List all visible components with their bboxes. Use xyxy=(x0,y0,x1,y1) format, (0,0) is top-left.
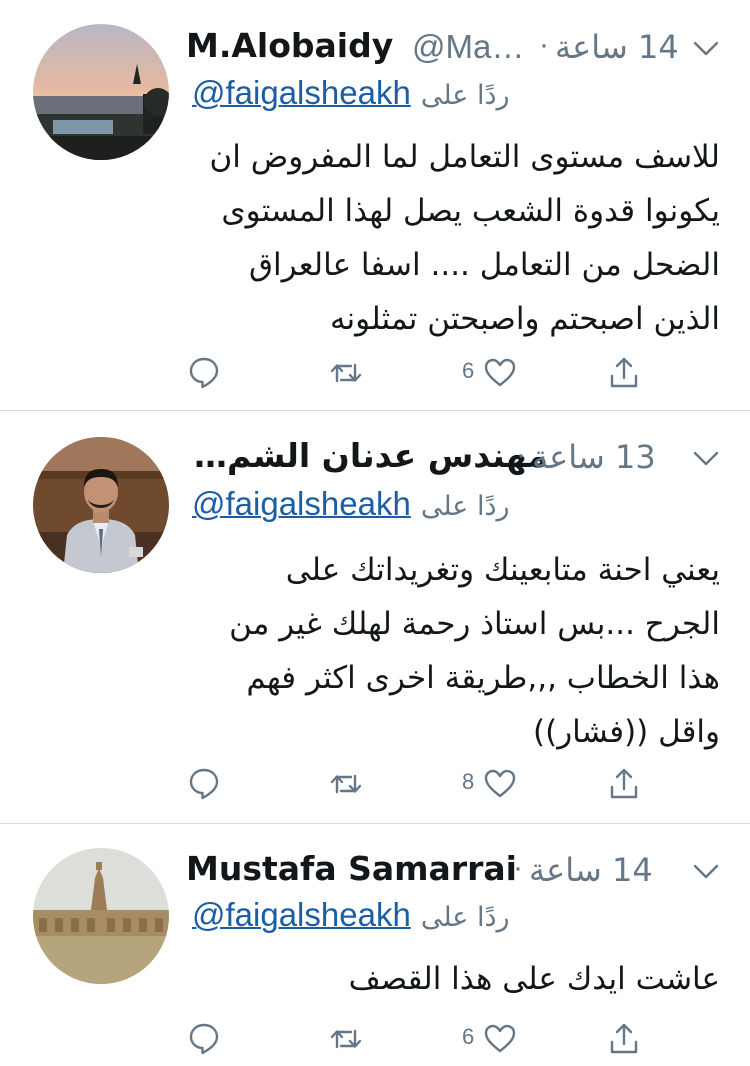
reply-context: @faigalsheakh ردًا على xyxy=(192,74,510,118)
tweet-actions: 8 xyxy=(0,767,750,807)
reply-context: @faigalsheakh ردًا على xyxy=(192,896,510,940)
replying-to-label: ردًا على xyxy=(420,902,510,933)
minaret-landscape-image xyxy=(33,848,169,984)
tweet[interactable]: مهندس عدنان الشم… · 13 ساعة @faigalsheak… xyxy=(0,411,750,823)
separator-dot: · xyxy=(513,851,523,884)
timestamp[interactable]: 14 ساعة xyxy=(555,28,679,66)
retweet-button[interactable] xyxy=(329,356,363,396)
avatar[interactable] xyxy=(33,848,169,984)
chevron-down-icon[interactable] xyxy=(693,863,719,881)
author-name[interactable]: Mustafa Samarrai xyxy=(186,849,517,888)
separator-dot: · xyxy=(539,28,549,61)
like-count: 6 xyxy=(462,358,475,383)
author-handle[interactable]: @Ma… xyxy=(412,28,524,66)
like-icon xyxy=(484,1024,516,1053)
separator-dot: · xyxy=(516,438,526,471)
like-button[interactable] xyxy=(483,767,517,807)
reply-icon xyxy=(189,357,219,389)
man-in-suit-image xyxy=(33,437,169,573)
tweet-actions: 6 xyxy=(0,1022,750,1062)
share-icon xyxy=(610,1023,638,1054)
like-count: 8 xyxy=(462,769,475,794)
tweet-text-line: هذا الخطاب ,,,طريقة اخرى اكثر فهم xyxy=(246,660,720,696)
replying-to-label: ردًا على xyxy=(420,491,510,522)
tweet-text-line: يعني احنة متابعينك وتغريداتك على xyxy=(285,552,720,588)
reply-icon xyxy=(189,768,219,800)
share-button[interactable] xyxy=(608,767,640,807)
reply-button[interactable] xyxy=(188,1022,220,1062)
tweet[interactable]: M.Alobaidy @Ma… · 14 ساعة @faigalsheakh ر… xyxy=(0,0,750,410)
like-icon xyxy=(484,358,516,387)
mention-link[interactable]: @faigalsheakh xyxy=(192,485,411,522)
author-name[interactable]: M.Alobaidy xyxy=(186,26,393,65)
sunset-landscape-image xyxy=(33,24,169,160)
reply-button[interactable] xyxy=(188,767,220,807)
like-button[interactable] xyxy=(483,356,517,396)
chevron-down-icon[interactable] xyxy=(693,450,719,468)
tweet-text-line: الجرح ...بس استاذ رحمة لهلك غير من xyxy=(229,606,720,642)
avatar[interactable] xyxy=(33,437,169,573)
share-icon xyxy=(610,357,638,388)
retweet-icon xyxy=(330,1029,362,1049)
avatar[interactable] xyxy=(33,24,169,160)
reply-context: @faigalsheakh ردًا على xyxy=(192,485,510,529)
timestamp[interactable]: 14 ساعة xyxy=(529,851,653,889)
reply-button[interactable] xyxy=(188,356,220,396)
tweet-text-line: الضحل من التعامل .... اسفا عالعراق xyxy=(248,247,720,283)
share-button[interactable] xyxy=(608,1022,640,1062)
share-button[interactable] xyxy=(608,356,640,396)
tweet[interactable]: Mustafa Samarrai · 14 ساعة @faigalsheakh… xyxy=(0,824,750,1066)
timestamp[interactable]: 13 ساعة xyxy=(532,438,656,476)
replying-to-label: ردًا على xyxy=(420,80,510,111)
tweet-text-line: واقل ((فشار)) xyxy=(533,714,720,750)
tweet-text-line: للاسف مستوى التعامل لما المفروض ان xyxy=(209,139,720,175)
share-icon xyxy=(610,768,638,799)
retweet-button[interactable] xyxy=(329,1022,363,1062)
like-button[interactable] xyxy=(483,1022,517,1062)
mention-link[interactable]: @faigalsheakh xyxy=(192,74,411,111)
tweet-text-line: يكونوا قدوة الشعب يصل لهذا المستوى xyxy=(221,193,720,229)
tweet-text: للاسف مستوى التعامل لما المفروض ان يكونو… xyxy=(200,130,720,346)
author-name[interactable]: مهندس عدنان الشم… xyxy=(194,436,548,475)
like-count: 6 xyxy=(462,1024,475,1049)
tweet-text-line: الذين اصبحتم واصبحتن تمثلونه xyxy=(329,301,720,337)
retweet-button[interactable] xyxy=(329,767,363,807)
retweet-icon xyxy=(330,363,362,383)
retweet-icon xyxy=(330,774,362,794)
tweet-actions: 6 xyxy=(0,356,750,396)
like-icon xyxy=(484,769,516,798)
tweet-text-line: عاشت ايدك على هذا القصف xyxy=(348,961,720,997)
tweet-text: يعني احنة متابعينك وتغريداتك على الجرح .… xyxy=(200,543,720,759)
mention-link[interactable]: @faigalsheakh xyxy=(192,896,411,933)
tweet-text: عاشت ايدك على هذا القصف xyxy=(200,952,720,1006)
chevron-down-icon[interactable] xyxy=(693,40,719,58)
reply-icon xyxy=(189,1023,219,1055)
